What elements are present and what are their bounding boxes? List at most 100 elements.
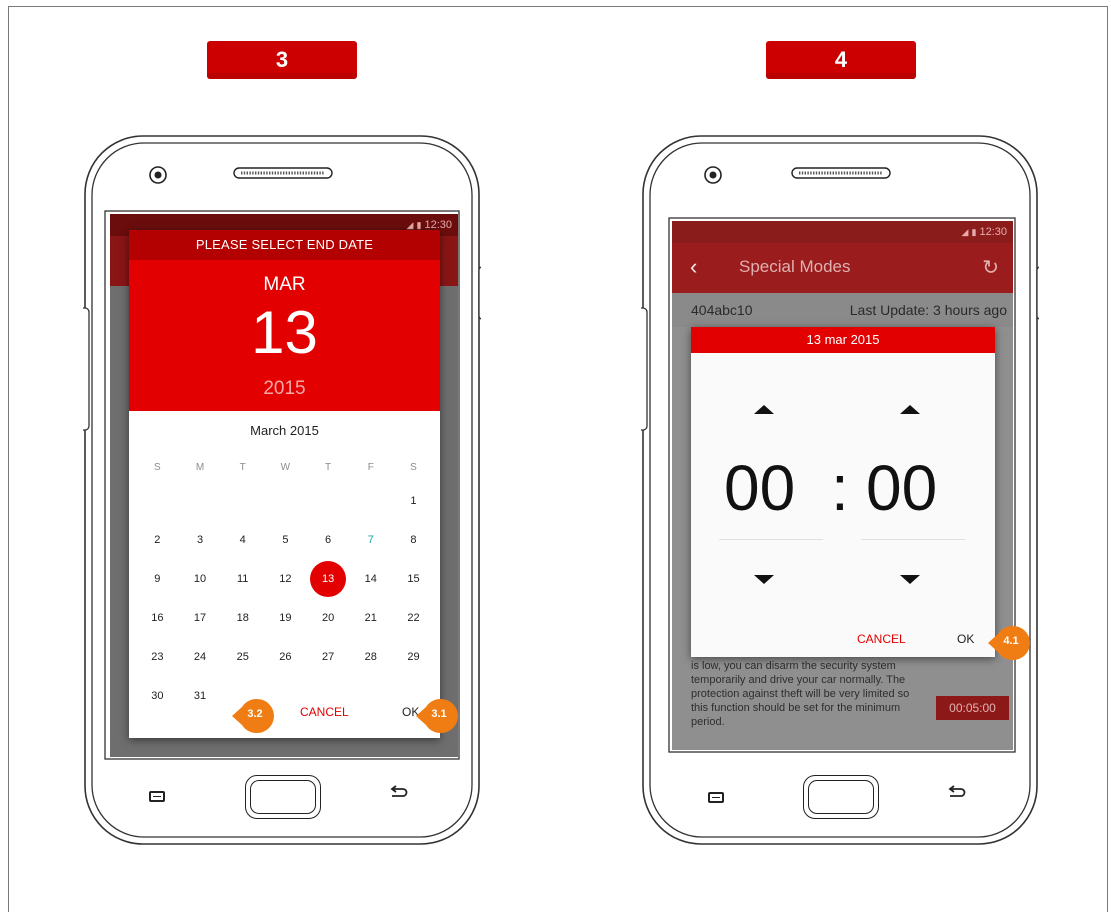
minutes-value[interactable]: 00 xyxy=(866,451,937,525)
time-separator: : xyxy=(831,452,849,524)
hour-decrement-icon[interactable] xyxy=(754,575,774,584)
date-picker-dialog: PLEASE SELECT END DATE MAR 13 2015 March… xyxy=(129,230,440,738)
calendar-week-row: 16 17 18 19 20 21 22 xyxy=(136,598,435,637)
calendar-day-number: 29 xyxy=(407,650,420,663)
hours-value[interactable]: 00 xyxy=(724,451,795,525)
calendar-day[interactable]: 2 xyxy=(136,534,179,546)
calendar-day[interactable]: 1 xyxy=(392,495,435,507)
annotation-pin-4-1: 4.1 xyxy=(986,624,1030,662)
calendar-day[interactable]: 17 xyxy=(179,612,222,624)
calendar-day[interactable]: 20 xyxy=(307,612,350,624)
app-title: Special Modes xyxy=(739,257,851,276)
cancel-button[interactable]: CANCEL xyxy=(851,631,912,647)
ok-button[interactable]: OK xyxy=(951,631,980,647)
time-picker-dialog: 13 mar 2015 00 : 00 CANCEL OK xyxy=(691,327,995,657)
calendar-day[interactable]: 23 xyxy=(136,651,179,663)
hour-increment-icon[interactable] xyxy=(754,405,774,414)
calendar-day[interactable]: 22 xyxy=(392,612,435,624)
calendar-day[interactable]: 16 xyxy=(136,612,179,624)
refresh-icon[interactable]: ↻ xyxy=(982,255,999,280)
calendar-day[interactable]: 26 xyxy=(264,651,307,663)
minute-decrement-icon[interactable] xyxy=(900,575,920,584)
cancel-button[interactable]: CANCEL xyxy=(294,704,355,720)
calendar-day[interactable]: 5 xyxy=(264,534,307,546)
calendar-day[interactable]: 10 xyxy=(179,573,222,585)
step-badge-3: 3 xyxy=(207,41,357,79)
minutes-underline xyxy=(861,539,965,540)
calendar-day[interactable]: 24 xyxy=(179,651,222,663)
weekday-label: W xyxy=(280,461,291,473)
calendar-day-number: 14 xyxy=(364,572,377,585)
back-chevron-icon[interactable]: ‹ xyxy=(690,254,697,280)
minute-increment-icon[interactable] xyxy=(900,405,920,414)
calendar-day[interactable]: 19 xyxy=(264,612,307,624)
calendar-day-number: 20 xyxy=(321,611,335,624)
calendar-day[interactable]: 15 xyxy=(392,573,435,585)
header-month[interactable]: MAR xyxy=(129,274,440,296)
annotation-pin-3-2: 3.2 xyxy=(230,697,274,735)
calendar-week-row: 2 3 4 5 6 7 8 xyxy=(136,520,435,559)
calendar-day[interactable]: 11 xyxy=(221,573,264,585)
calendar-day[interactable]: 7 xyxy=(349,534,392,546)
device-info-row: 404abc10 Last Update: 3 hours ago xyxy=(672,293,1013,327)
calendar-day[interactable]: 14 xyxy=(349,573,392,585)
calendar-day[interactable]: 21 xyxy=(349,612,392,624)
calendar-day[interactable]: 6 xyxy=(307,534,350,546)
calendar-day[interactable]: 29 xyxy=(392,651,435,663)
last-update: Last Update: 3 hours ago xyxy=(849,302,1007,318)
calendar-day-number: 17 xyxy=(193,611,207,624)
header-year[interactable]: 2015 xyxy=(129,378,440,400)
calendar-day[interactable]: 12 xyxy=(264,573,307,585)
calendar-day[interactable]: 13 xyxy=(307,560,350,597)
camera-icon xyxy=(149,166,167,184)
back-key-icon[interactable] xyxy=(389,785,409,801)
calendar-week-row: 9 10 11 12 13 14 15 xyxy=(136,559,435,598)
calendar-day-number: 4 xyxy=(239,533,246,546)
home-key-icon[interactable] xyxy=(803,775,879,819)
hours-underline xyxy=(719,539,823,540)
header-day[interactable]: 13 xyxy=(129,302,440,364)
calendar-day-number: 26 xyxy=(279,650,292,663)
battery-icon: ▮ xyxy=(416,220,422,230)
calendar-day-number: 9 xyxy=(154,572,161,585)
step-badge-4: 4 xyxy=(766,41,916,79)
calendar-day[interactable]: 8 xyxy=(392,534,435,546)
menu-key-icon[interactable] xyxy=(149,791,165,802)
phone-screen: ◢ ▮ 12:30 PLEASE SELECT END DATE MAR 13 … xyxy=(110,214,458,757)
calendar-day-number: 10 xyxy=(193,572,207,585)
speaker-grille-icon xyxy=(791,167,891,179)
calendar-day-number: 12 xyxy=(279,572,292,585)
calendar-day[interactable]: 28 xyxy=(349,651,392,663)
weekday-label: T xyxy=(325,461,332,473)
date-header: MAR 13 2015 xyxy=(129,260,440,411)
speaker-grille-icon xyxy=(233,167,333,179)
calendar-day-number: 25 xyxy=(236,650,249,663)
phone-screen: ◢ ▮ 12:30 ‹ Special Modes ↻ 404abc10 Las… xyxy=(672,221,1013,750)
calendar-day-number: 1 xyxy=(410,494,417,507)
calendar-day[interactable]: 27 xyxy=(307,651,350,663)
calendar-day-number: 13 xyxy=(310,560,347,597)
calendar-day-number: 27 xyxy=(321,650,335,663)
calendar-day[interactable]: 18 xyxy=(221,612,264,624)
back-key-icon[interactable] xyxy=(947,785,967,801)
signal-icon: ◢ xyxy=(406,220,414,230)
calendar-grid: SMTWTFS 1 2 3 4 5 6 7 8 9 10 11 12 13 14 15 16 17 18 19 20 2… xyxy=(136,453,435,715)
home-key-icon[interactable] xyxy=(245,775,321,819)
dialog-title: PLEASE SELECT END DATE xyxy=(129,230,440,260)
signal-icon: ◢ xyxy=(961,227,969,237)
calendar-day[interactable]: 25 xyxy=(221,651,264,663)
calendar-day[interactable]: 3 xyxy=(179,534,222,546)
timer-button[interactable]: 00:05:00 xyxy=(936,696,1009,720)
status-bar: ◢ ▮ 12:30 xyxy=(672,221,1013,243)
menu-key-icon[interactable] xyxy=(708,792,724,803)
calendar-week-row: 1 xyxy=(136,481,435,520)
dialog-date-header: 13 mar 2015 xyxy=(691,327,995,353)
calendar-day[interactable]: 9 xyxy=(136,573,179,585)
camera-icon xyxy=(704,166,722,184)
status-time: 12:30 xyxy=(979,226,1007,238)
calendar-day[interactable]: 4 xyxy=(221,534,264,546)
calendar-day-number: 6 xyxy=(325,533,332,546)
weekday-label: T xyxy=(239,461,246,473)
battery-icon: ▮ xyxy=(971,227,977,237)
weekday-label: F xyxy=(367,461,374,473)
